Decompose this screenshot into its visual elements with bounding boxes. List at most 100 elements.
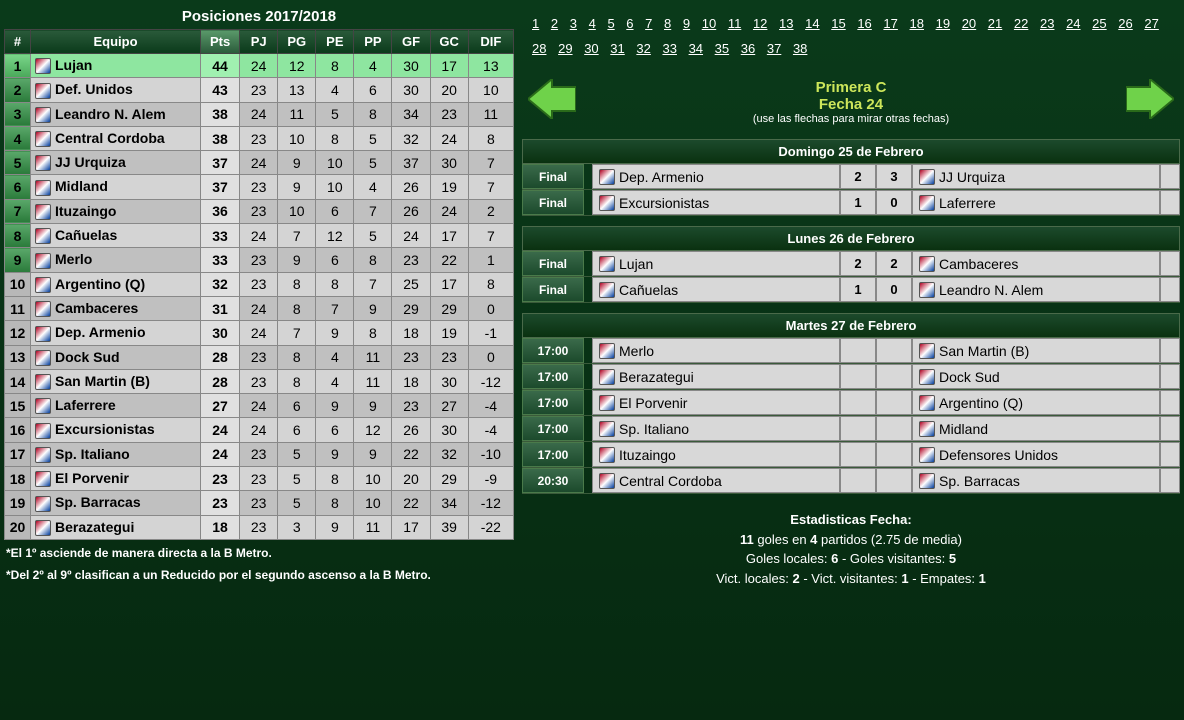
fecha-link[interactable]: 17 bbox=[879, 16, 901, 31]
away-team[interactable]: Defensores Unidos bbox=[912, 442, 1160, 467]
match-row[interactable]: FinalDep. Armenio23JJ Urquiza bbox=[522, 164, 1180, 190]
match-row[interactable]: 20:30Central CordobaSp. Barracas bbox=[522, 468, 1180, 494]
team-cell[interactable]: Merlo bbox=[31, 248, 201, 272]
match-row[interactable]: FinalExcursionistas10Laferrere bbox=[522, 190, 1180, 216]
next-fecha-arrow-icon[interactable] bbox=[1126, 79, 1174, 119]
team-cell[interactable]: Sp. Barracas bbox=[31, 491, 201, 515]
away-team[interactable]: Argentino (Q) bbox=[912, 390, 1160, 415]
fecha-link[interactable]: 18 bbox=[906, 16, 928, 31]
home-team[interactable]: Dep. Armenio bbox=[592, 164, 840, 189]
match-row[interactable]: 17:00ItuzaingoDefensores Unidos bbox=[522, 442, 1180, 468]
away-team[interactable]: Sp. Barracas bbox=[912, 468, 1160, 493]
fecha-link[interactable]: 10 bbox=[698, 16, 720, 31]
fecha-link[interactable]: 16 bbox=[853, 16, 875, 31]
away-team[interactable]: JJ Urquiza bbox=[912, 164, 1160, 189]
fecha-link[interactable]: 33 bbox=[658, 41, 680, 56]
prev-fecha-arrow-icon[interactable] bbox=[528, 79, 576, 119]
fecha-link[interactable]: 14 bbox=[801, 16, 823, 31]
home-team[interactable]: El Porvenir bbox=[592, 390, 840, 415]
team-cell[interactable]: Midland bbox=[31, 175, 201, 199]
fecha-link[interactable]: 30 bbox=[580, 41, 602, 56]
gf-cell: 23 bbox=[392, 248, 430, 272]
fecha-link[interactable]: 35 bbox=[711, 41, 733, 56]
fecha-link[interactable]: 20 bbox=[958, 16, 980, 31]
team-cell[interactable]: Lujan bbox=[31, 54, 201, 78]
match-row[interactable]: 17:00Sp. ItalianoMidland bbox=[522, 416, 1180, 442]
match-row[interactable]: FinalCañuelas10Leandro N. Alem bbox=[522, 277, 1180, 303]
dif-cell: 10 bbox=[468, 78, 513, 102]
fecha-link[interactable]: 9 bbox=[679, 16, 694, 31]
home-team[interactable]: Lujan bbox=[592, 251, 840, 276]
match-row[interactable]: 17:00BerazateguiDock Sud bbox=[522, 364, 1180, 390]
away-team[interactable]: Dock Sud bbox=[912, 364, 1160, 389]
fecha-link[interactable]: 28 bbox=[528, 41, 550, 56]
fecha-link[interactable]: 24 bbox=[1062, 16, 1084, 31]
match-row[interactable]: FinalLujan22Cambaceres bbox=[522, 251, 1180, 277]
team-cell[interactable]: Excursionistas bbox=[31, 418, 201, 442]
fecha-link[interactable]: 11 bbox=[724, 16, 746, 31]
team-cell[interactable]: Dep. Armenio bbox=[31, 321, 201, 345]
fecha-link[interactable]: 29 bbox=[554, 41, 576, 56]
fecha-link[interactable]: 25 bbox=[1088, 16, 1110, 31]
match-status: 17:00 bbox=[522, 390, 584, 415]
team-cell[interactable]: San Martin (B) bbox=[31, 369, 201, 393]
home-team[interactable]: Ituzaingo bbox=[592, 442, 840, 467]
team-cell[interactable]: Leandro N. Alem bbox=[31, 102, 201, 126]
fecha-link[interactable]: 32 bbox=[632, 41, 654, 56]
fecha-link[interactable]: 2 bbox=[547, 16, 562, 31]
team-cell[interactable]: El Porvenir bbox=[31, 467, 201, 491]
team-cell[interactable]: Sp. Italiano bbox=[31, 442, 201, 466]
home-team[interactable]: Central Cordoba bbox=[592, 468, 840, 493]
fecha-link[interactable]: 7 bbox=[641, 16, 656, 31]
team-cell[interactable]: Argentino (Q) bbox=[31, 272, 201, 296]
rank-cell: 2 bbox=[5, 78, 31, 102]
fecha-link[interactable]: 26 bbox=[1114, 16, 1136, 31]
gc-cell: 17 bbox=[430, 272, 468, 296]
away-team[interactable]: Midland bbox=[912, 416, 1160, 441]
match-row[interactable]: 17:00MerloSan Martin (B) bbox=[522, 338, 1180, 364]
team-cell[interactable]: Cañuelas bbox=[31, 224, 201, 248]
pg-cell: 5 bbox=[278, 442, 316, 466]
fecha-link[interactable]: 4 bbox=[585, 16, 600, 31]
home-team[interactable]: Berazategui bbox=[592, 364, 840, 389]
fecha-link[interactable]: 37 bbox=[763, 41, 785, 56]
fecha-link[interactable]: 34 bbox=[685, 41, 707, 56]
fecha-link[interactable]: 19 bbox=[932, 16, 954, 31]
home-team[interactable]: Cañuelas bbox=[592, 277, 840, 302]
team-cell[interactable]: Ituzaingo bbox=[31, 199, 201, 223]
fecha-link[interactable]: 12 bbox=[749, 16, 771, 31]
stats-line3: Vict. locales: 2 - Vict. visitantes: 1 -… bbox=[522, 569, 1180, 589]
team-crest-icon bbox=[35, 447, 51, 463]
match-row[interactable]: 17:00 El Porvenir Argentino (Q) bbox=[522, 390, 1180, 416]
team-cell[interactable]: Berazategui bbox=[31, 515, 201, 539]
fecha-link[interactable]: 6 bbox=[622, 16, 637, 31]
table-row: 18El Porvenir232358102029-9 bbox=[5, 467, 514, 491]
fecha-link[interactable]: 5 bbox=[603, 16, 618, 31]
away-team[interactable]: San Martin (B) bbox=[912, 338, 1160, 363]
fecha-link[interactable]: 22 bbox=[1010, 16, 1032, 31]
fecha-link[interactable]: 31 bbox=[606, 41, 628, 56]
fecha-link[interactable]: 3 bbox=[566, 16, 581, 31]
fecha-link[interactable]: 38 bbox=[789, 41, 811, 56]
home-team[interactable]: Sp. Italiano bbox=[592, 416, 840, 441]
fecha-link[interactable]: 1 bbox=[528, 16, 543, 31]
team-cell[interactable]: JJ Urquiza bbox=[31, 151, 201, 175]
fecha-link[interactable]: 8 bbox=[660, 16, 675, 31]
fecha-link[interactable]: 23 bbox=[1036, 16, 1058, 31]
team-cell[interactable]: Central Cordoba bbox=[31, 126, 201, 150]
fecha-link[interactable]: 13 bbox=[775, 16, 797, 31]
away-team[interactable]: Leandro N. Alem bbox=[912, 277, 1160, 302]
away-team[interactable]: Laferrere bbox=[912, 190, 1160, 215]
team-cell[interactable]: Laferrere bbox=[31, 394, 201, 418]
fecha-link[interactable]: 15 bbox=[827, 16, 849, 31]
team-cell[interactable]: Def. Unidos bbox=[31, 78, 201, 102]
team-cell[interactable]: Dock Sud bbox=[31, 345, 201, 369]
fecha-link[interactable]: 36 bbox=[737, 41, 759, 56]
home-team[interactable]: Merlo bbox=[592, 338, 840, 363]
fecha-link[interactable]: 27 bbox=[1140, 16, 1162, 31]
team-crest-icon bbox=[35, 326, 51, 342]
fecha-link[interactable]: 21 bbox=[984, 16, 1006, 31]
home-team[interactable]: Excursionistas bbox=[592, 190, 840, 215]
away-team[interactable]: Cambaceres bbox=[912, 251, 1160, 276]
team-cell[interactable]: Cambaceres bbox=[31, 296, 201, 320]
